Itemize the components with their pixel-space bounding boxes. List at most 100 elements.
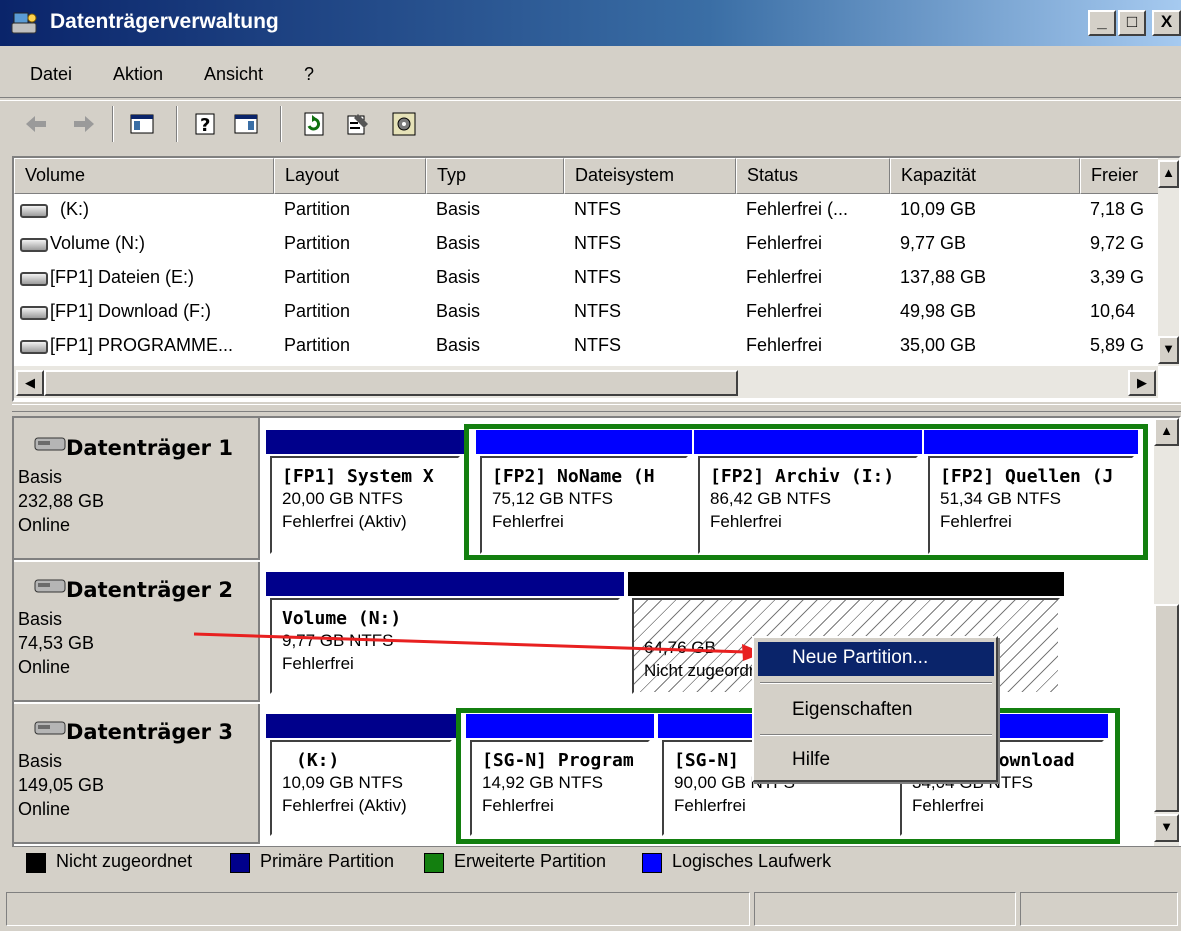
panel-icon[interactable] xyxy=(232,110,260,138)
legend-swatch-extended xyxy=(424,853,444,873)
volume-layout: Partition xyxy=(284,301,351,321)
partition-sgn-programme[interactable]: [SG-N] Program 14,92 GB NTFS Fehlerfrei xyxy=(470,740,650,836)
volume-name: [FP1] Dateien (E:) xyxy=(50,267,195,287)
column-header-freier[interactable]: Freier xyxy=(1080,158,1160,194)
status-bar-pane xyxy=(6,892,750,926)
column-header-volume[interactable]: Volume xyxy=(14,158,274,194)
drive-icon xyxy=(20,272,48,286)
menu-ansicht[interactable]: Ansicht xyxy=(204,64,263,85)
column-header-kapazitaet[interactable]: Kapazität xyxy=(890,158,1080,194)
drive-icon xyxy=(20,238,48,252)
toolbar-separator xyxy=(280,106,282,142)
volume-status: Fehlerfrei xyxy=(746,267,823,287)
volume-list[interactable]: Volume Layout Typ Dateisystem Status Kap… xyxy=(12,156,1181,402)
partition-size: 10,09 GB NTFS xyxy=(282,773,403,792)
drive-icon xyxy=(20,306,48,320)
menu-item-eigenschaften[interactable]: Eigenschaften xyxy=(758,694,994,728)
volume-free: 7,18 G xyxy=(1090,199,1145,219)
disk-3-type: Basis xyxy=(18,751,63,771)
menu-item-neue-partition[interactable]: Neue Partition... xyxy=(758,642,994,676)
menu-item-hilfe[interactable]: Hilfe xyxy=(758,744,994,778)
properties-icon[interactable] xyxy=(344,110,372,138)
forward-icon[interactable] xyxy=(70,110,98,138)
volume-name: (K:) xyxy=(60,199,89,219)
volume-list-vertical-scrollbar[interactable] xyxy=(1158,158,1179,366)
table-row[interactable]: (K:) Partition Basis NTFS Fehlerfrei (..… xyxy=(14,194,1154,228)
table-row[interactable]: [FP1] Dateien (E:) Partition Basis NTFS … xyxy=(14,262,1154,296)
scroll-up-button[interactable]: ▲ xyxy=(1158,160,1179,188)
column-header-status[interactable]: Status xyxy=(736,158,890,194)
table-row[interactable]: Volume (N:) Partition Basis NTFS Fehlerf… xyxy=(14,228,1154,262)
vertical-scroll-thumb[interactable] xyxy=(1154,604,1179,812)
partition-fp1-system[interactable]: [FP1] System X 20,00 GB NTFS Fehlerfrei … xyxy=(270,456,460,554)
volume-type: Basis xyxy=(436,267,481,287)
scroll-up-button[interactable]: ▲ xyxy=(1154,418,1179,446)
volume-status: Fehlerfrei (... xyxy=(746,199,849,219)
primary-partition-bar xyxy=(266,430,464,454)
disk-2-state: Online xyxy=(18,657,71,677)
volume-free: 9,72 G xyxy=(1090,233,1145,253)
partition-status: Fehlerfrei xyxy=(482,796,554,815)
scroll-left-button[interactable]: ◀ xyxy=(16,370,44,396)
volume-status: Fehlerfrei xyxy=(746,301,823,321)
partition-name: [FP1] System X xyxy=(282,466,434,487)
minimize-button[interactable]: _ xyxy=(1088,10,1116,36)
primary-partition-bar xyxy=(266,572,624,596)
volume-filesystem: NTFS xyxy=(574,233,621,253)
partition-size: 20,00 GB NTFS xyxy=(282,489,403,508)
partition-fp2-quellen[interactable]: [FP2] Quellen (J 51,34 GB NTFS Fehlerfre… xyxy=(928,456,1134,554)
disk-3-state: Online xyxy=(18,799,71,819)
console-tree-icon[interactable] xyxy=(128,110,156,138)
table-row[interactable]: [FP1] Download (F:) Partition Basis NTFS… xyxy=(14,296,1154,330)
volume-type: Basis xyxy=(436,335,481,355)
column-header-dateisystem[interactable]: Dateisystem xyxy=(564,158,736,194)
menu-datei[interactable]: Datei xyxy=(30,64,72,85)
help-icon[interactable]: ? xyxy=(192,110,220,138)
pane-splitter[interactable] xyxy=(12,404,1181,412)
volume-capacity: 137,88 GB xyxy=(900,267,987,287)
partition-name: [SG-N] Program xyxy=(482,750,634,771)
legend-swatch-logical xyxy=(642,853,662,873)
menu-aktion[interactable]: Aktion xyxy=(113,64,163,85)
maximize-button[interactable]: □ xyxy=(1118,10,1146,36)
drive-icon xyxy=(20,340,48,354)
volume-layout: Partition xyxy=(284,335,351,355)
disk-1-type: Basis xyxy=(18,467,63,487)
horizontal-scroll-thumb[interactable] xyxy=(44,370,738,396)
disk-2-size: 74,53 GB xyxy=(18,633,95,653)
volume-capacity: 9,77 GB xyxy=(900,233,967,253)
menu-help[interactable]: ? xyxy=(304,64,314,85)
logical-drive-bar xyxy=(476,430,692,454)
disk-icon xyxy=(34,576,66,596)
close-button[interactable]: X xyxy=(1152,10,1181,36)
rescan-icon[interactable] xyxy=(390,110,418,138)
table-row[interactable]: [FP1] PROGRAMME... Partition Basis NTFS … xyxy=(14,330,1154,364)
scroll-right-button[interactable]: ▶ xyxy=(1128,370,1156,396)
volume-capacity: 49,98 GB xyxy=(900,301,977,321)
logical-drive-bar xyxy=(924,430,1138,454)
drive-icon xyxy=(20,204,48,218)
partition-k[interactable]: (K:) 10,09 GB NTFS Fehlerfrei (Aktiv) xyxy=(270,740,452,836)
back-icon[interactable] xyxy=(22,110,50,138)
volume-name: Volume (N:) xyxy=(50,233,146,253)
volume-filesystem: NTFS xyxy=(574,199,621,219)
partition-size: 75,12 GB NTFS xyxy=(492,489,613,508)
partition-fp2-archiv[interactable]: [FP2] Archiv (I:) 86,42 GB NTFS Fehlerfr… xyxy=(698,456,918,554)
status-bar-pane xyxy=(754,892,1016,926)
column-header-layout[interactable]: Layout xyxy=(274,158,426,194)
partition-status: Fehlerfrei (Aktiv) xyxy=(282,796,407,815)
scroll-down-button[interactable]: ▼ xyxy=(1158,336,1179,364)
legend-label: Primäre Partition xyxy=(260,851,395,871)
partition-status: Fehlerfrei xyxy=(912,796,984,815)
volume-layout: Partition xyxy=(284,267,351,287)
status-bar-pane xyxy=(1020,892,1178,926)
volume-capacity: 35,00 GB xyxy=(900,335,977,355)
scroll-down-button[interactable]: ▼ xyxy=(1154,814,1179,842)
toolbar-separator xyxy=(176,106,178,142)
partition-fp2-noname[interactable]: [FP2] NoName (H 75,12 GB NTFS Fehlerfrei xyxy=(480,456,688,554)
volume-filesystem: NTFS xyxy=(574,267,621,287)
menu-separator xyxy=(760,682,992,684)
refresh-icon[interactable] xyxy=(300,110,328,138)
partition-status: Fehlerfrei xyxy=(710,512,782,531)
column-header-typ[interactable]: Typ xyxy=(426,158,564,194)
